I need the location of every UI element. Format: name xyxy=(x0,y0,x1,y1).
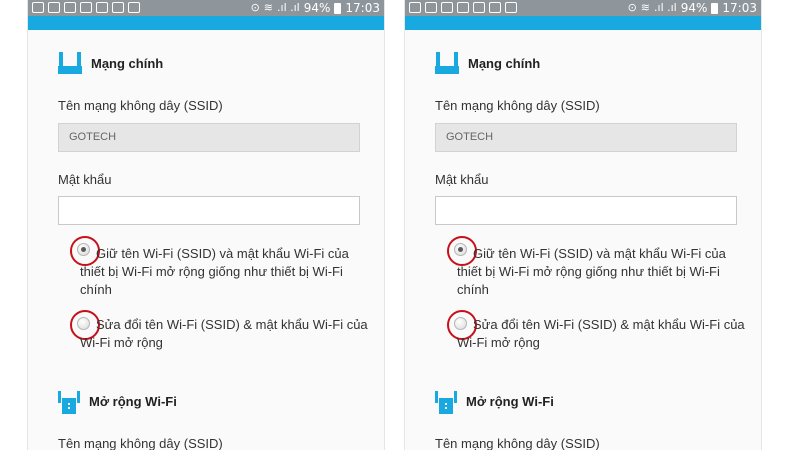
main-network-title: Mạng chính xyxy=(468,55,541,71)
ssid-field: GOTECH xyxy=(58,123,360,152)
status-bar: ⊙ ≋ .ıl .ıl 94% 17:03 xyxy=(28,0,384,16)
wifi-icon: ≋ xyxy=(640,1,651,14)
modify-settings-label[interactable]: Sửa đổi tên Wi-Fi (SSID) & mật khẩu Wi-F… xyxy=(457,316,747,352)
router-icon xyxy=(58,52,82,74)
lock-icon xyxy=(80,2,92,13)
battery-percent: 94% xyxy=(303,1,331,15)
phone-screenshot-left: ⊙ ≋ .ıl .ıl 94% 17:03 Mạng chính Tên mạn… xyxy=(27,0,385,450)
message-icon xyxy=(409,2,421,13)
main-network-title: Mạng chính xyxy=(91,55,164,71)
signal-icon: .ıl .ıl xyxy=(277,1,300,14)
password-label: Mật khẩu xyxy=(435,172,489,187)
clock: 17:03 xyxy=(722,1,757,15)
extender-ssid-label: Tên mạng không dây (SSID) xyxy=(58,436,223,450)
checkbox-icon xyxy=(96,2,108,13)
alarm-icon: ⊙ xyxy=(250,1,260,14)
notification-icons xyxy=(409,2,517,13)
notification-icons xyxy=(32,2,140,13)
password-field[interactable] xyxy=(435,196,737,225)
chat-icon xyxy=(64,2,76,13)
wifi-icon: ≋ xyxy=(263,1,274,14)
password-field[interactable] xyxy=(58,196,360,225)
signal-icon: .ıl .ıl xyxy=(654,1,677,14)
gallery-icon xyxy=(425,2,437,13)
extender-title: Mở rộng Wi-Fi xyxy=(89,393,177,409)
keep-settings-label[interactable]: Giữ tên Wi-Fi (SSID) và mật khẩu Wi-Fi c… xyxy=(80,245,370,299)
extender-header: Mở rộng Wi-Fi xyxy=(58,388,177,414)
battery-icon xyxy=(334,2,342,14)
extender-title: Mở rộng Wi-Fi xyxy=(466,393,554,409)
extender-header: Mở rộng Wi-Fi xyxy=(435,388,554,414)
lock-icon xyxy=(457,2,469,13)
battery-icon xyxy=(711,2,719,14)
ssid-label: Tên mạng không dây (SSID) xyxy=(58,98,223,113)
document-icon xyxy=(505,2,517,13)
image-icon xyxy=(112,2,124,13)
status-bar: ⊙ ≋ .ıl .ıl 94% 17:03 xyxy=(405,0,761,16)
extender-icon xyxy=(435,391,457,414)
main-network-header: Mạng chính xyxy=(435,52,540,74)
extender-ssid-label: Tên mạng không dây (SSID) xyxy=(435,436,600,450)
accent-bar xyxy=(28,16,384,30)
password-label: Mật khẩu xyxy=(58,172,112,187)
gallery-icon xyxy=(48,2,60,13)
router-icon xyxy=(435,52,459,74)
image-icon xyxy=(489,2,501,13)
ssid-field: GOTECH xyxy=(435,123,737,152)
extender-icon xyxy=(58,391,80,414)
alarm-icon: ⊙ xyxy=(627,1,637,14)
keep-settings-label[interactable]: Giữ tên Wi-Fi (SSID) và mật khẩu Wi-Fi c… xyxy=(457,245,747,299)
chat-icon xyxy=(441,2,453,13)
checkbox-icon xyxy=(473,2,485,13)
battery-percent: 94% xyxy=(680,1,708,15)
ssid-label: Tên mạng không dây (SSID) xyxy=(435,98,600,113)
main-network-header: Mạng chính xyxy=(58,52,163,74)
clock: 17:03 xyxy=(345,1,380,15)
modify-settings-label[interactable]: Sửa đổi tên Wi-Fi (SSID) & mật khẩu Wi-F… xyxy=(80,316,370,352)
accent-bar xyxy=(405,16,761,30)
document-icon xyxy=(128,2,140,13)
message-icon xyxy=(32,2,44,13)
phone-screenshot-right: ⊙ ≋ .ıl .ıl 94% 17:03 Mạng chính Tên mạn… xyxy=(404,0,762,450)
